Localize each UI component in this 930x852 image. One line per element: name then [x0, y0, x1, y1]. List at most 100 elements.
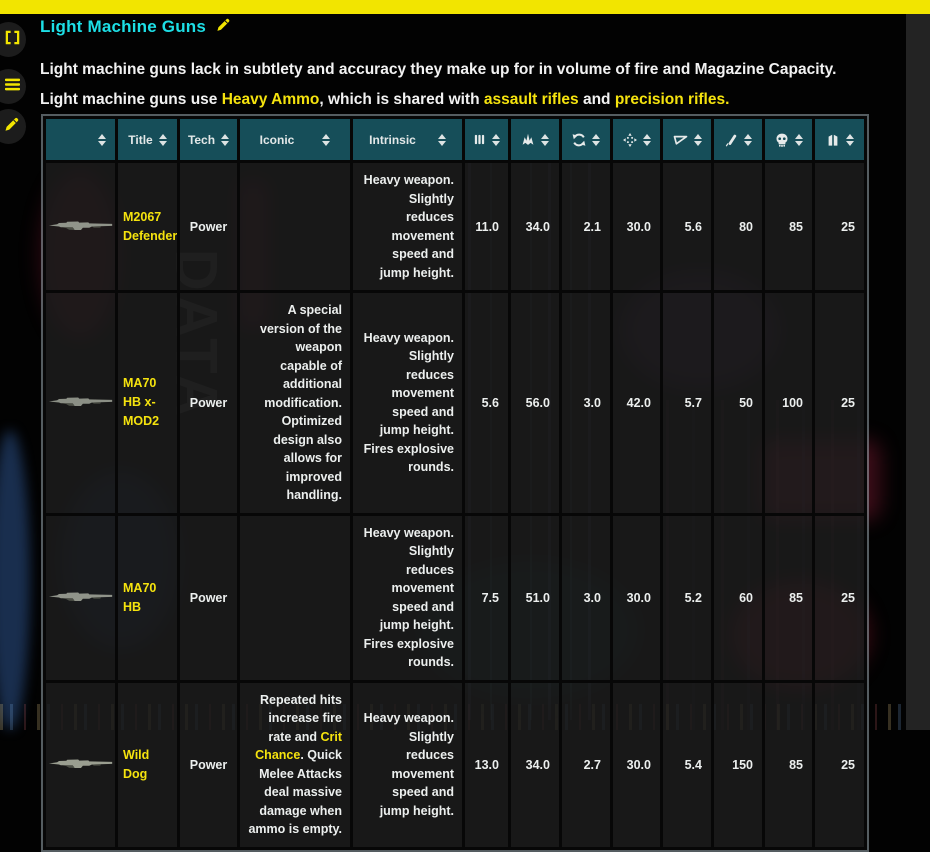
stat-cell: 25 — [812, 290, 867, 516]
intrinsic-cell: Heavy weapon. Slightly reduces movement … — [350, 160, 465, 293]
tech-cell: Power — [177, 290, 240, 516]
weapon-link[interactable]: MA70 HB — [123, 581, 156, 614]
stat-cell: 5.4 — [660, 679, 714, 850]
heavy-ammo-link[interactable]: Heavy Ammo — [222, 91, 320, 108]
weapon-thumbnail — [48, 397, 112, 407]
stat-cell: 3.0 — [559, 512, 613, 683]
col-header-headshot-multiplier[interactable] — [762, 116, 815, 163]
stat-cell: 30.0 — [610, 512, 663, 683]
penetration-icon — [725, 133, 738, 147]
col-header-handling[interactable] — [660, 116, 714, 163]
stat-cell: 85 — [762, 512, 815, 683]
col-header-title[interactable]: Title — [115, 116, 180, 163]
stat-cell: 42.0 — [610, 290, 663, 516]
weapon-thumbnail — [48, 759, 112, 768]
weapon-link[interactable]: M2067 Defender — [123, 210, 176, 243]
col-header-magazine-capacity[interactable] — [812, 116, 867, 163]
intro-line-2: Light machine guns use Heavy Ammo, which… — [40, 91, 730, 108]
stat-cell: 3.0 — [559, 290, 613, 516]
stat-cell: 7.5 — [462, 512, 511, 683]
col-header-image[interactable] — [43, 116, 118, 163]
sort-icon — [322, 133, 331, 146]
table-row: MA70 HB Power Heavy weapon. Slightly red… — [43, 512, 867, 683]
col-header-attacks-per-second[interactable] — [462, 116, 511, 163]
title-cell: MA70 HB x-MOD2 — [115, 290, 180, 516]
window-edge-strip — [906, 14, 930, 730]
stat-cell: 5.7 — [660, 290, 714, 516]
weapon-image-cell[interactable] — [43, 290, 118, 516]
sort-icon — [437, 133, 446, 146]
stat-cell: 11.0 — [462, 160, 511, 293]
intrinsic-cell: Heavy weapon. Slightly reduces movement … — [350, 679, 465, 850]
sort-icon — [693, 133, 702, 146]
sort-icon — [541, 133, 549, 146]
title-cell: MA70 HB — [115, 512, 180, 683]
stat-cell: 30.0 — [610, 160, 663, 293]
col-header-damage[interactable] — [508, 116, 562, 163]
stat-cell: 5.6 — [462, 290, 511, 516]
sort-icon — [592, 133, 600, 146]
weapons-table: Title Tech Iconic Intrinsic M2067 Defend… — [41, 114, 869, 852]
focus-frame-icon — [0, 30, 20, 50]
edit-page-icon[interactable] — [216, 17, 231, 37]
tech-cell: Power — [177, 160, 240, 293]
stat-cell: 150 — [711, 679, 765, 850]
precision-rifles-link[interactable]: precision rifles — [615, 91, 725, 108]
table-row: M2067 Defender Power Heavy weapon. Sligh… — [43, 160, 867, 293]
stat-cell: 2.7 — [559, 679, 613, 850]
intro-line-1: Light machine guns lack in subtlety and … — [40, 61, 837, 78]
title-cell: M2067 Defender — [115, 160, 180, 293]
col-header-iconic[interactable]: Iconic — [237, 116, 353, 163]
effective-range-icon — [622, 132, 637, 147]
stat-cell: 34.0 — [508, 679, 562, 850]
tech-cell: Power — [177, 512, 240, 683]
sort-icon — [98, 133, 106, 146]
iconic-cell: A special version of the weapon capable … — [237, 290, 353, 516]
title-cell: Wild Dog — [115, 679, 180, 850]
stat-cell: 5.2 — [660, 512, 714, 683]
stat-cell: 60 — [711, 512, 765, 683]
sort-icon — [743, 133, 752, 146]
iconic-cell: Repeated hits increase fire rate and Cri… — [237, 679, 353, 850]
assault-rifles-link[interactable]: assault rifles — [484, 91, 579, 108]
sort-icon — [221, 133, 230, 146]
sort-icon — [492, 133, 500, 146]
stat-cell: 2.1 — [559, 160, 613, 293]
stat-cell: 50 — [711, 290, 765, 516]
col-header-penetration[interactable] — [711, 116, 765, 163]
sort-icon — [794, 133, 803, 146]
col-header-intrinsic[interactable]: Intrinsic — [350, 116, 465, 163]
weapon-link[interactable]: Wild Dog — [123, 748, 149, 781]
weapon-image-cell[interactable] — [43, 512, 118, 683]
damage-icon — [521, 133, 535, 146]
intrinsic-cell: Heavy weapon. Slightly reduces movement … — [350, 512, 465, 683]
stat-cell: 85 — [762, 679, 815, 850]
stat-cell: 80 — [711, 160, 765, 293]
tech-cell: Power — [177, 679, 240, 850]
page-title: Light Machine Guns — [40, 17, 207, 36]
stat-cell: 85 — [762, 160, 815, 293]
stat-cell: 25 — [812, 679, 867, 850]
pencil-icon — [0, 116, 20, 137]
stat-cell: 13.0 — [462, 679, 511, 850]
top-accent-bar — [0, 0, 930, 14]
col-header-reload-speed[interactable] — [559, 116, 613, 163]
intro-text: Light machine guns lack in subtlety and … — [40, 55, 902, 115]
stat-cell: 5.6 — [660, 160, 714, 293]
handling-icon — [673, 133, 688, 146]
stat-cell: 34.0 — [508, 160, 562, 293]
intrinsic-cell: Heavy weapon. Slightly reduces movement … — [350, 290, 465, 516]
col-header-tech[interactable]: Tech — [177, 116, 240, 163]
menu-icon — [0, 78, 20, 96]
stat-cell: 25 — [812, 512, 867, 683]
stat-cell: 51.0 — [508, 512, 562, 683]
sort-icon — [642, 133, 651, 146]
reload-speed-icon — [572, 133, 586, 147]
iconic-cell — [237, 512, 353, 683]
attacks-per-second-icon — [473, 133, 486, 146]
col-header-effective-range[interactable] — [610, 116, 663, 163]
weapon-image-cell[interactable] — [43, 679, 118, 850]
weapon-link[interactable]: MA70 HB x-MOD2 — [123, 376, 159, 428]
iconic-cell — [237, 160, 353, 293]
weapon-image-cell[interactable] — [43, 160, 118, 293]
